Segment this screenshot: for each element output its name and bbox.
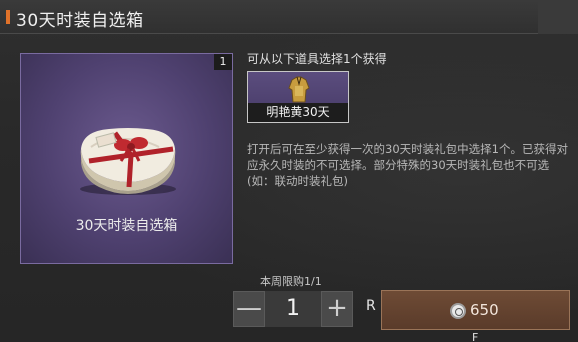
purchase-limit-text: 本周限购1/1 [260, 275, 322, 288]
item-quantity-badge: 1 [214, 54, 232, 70]
buy-button[interactable]: 650 [381, 290, 570, 330]
decrease-quantity-button[interactable]: — [233, 291, 265, 327]
item-name: 30天时装自选箱 [75, 218, 178, 234]
coin-icon [450, 303, 466, 319]
quantity-value: 1 [265, 291, 321, 327]
item-description: 打开后可在至少获得一次的30天时装礼包中选择1个。已获得对应永久时装的不可选择。… [247, 142, 568, 188]
window-header: 30天时装自选箱 [0, 0, 578, 34]
quantity-stepper: — 1 + [233, 291, 353, 327]
option-label: 明艳黄30天 [248, 103, 348, 122]
choose-instruction: 可从以下道具选择1个获得 [247, 52, 387, 66]
window-title: 30天时装自选箱 [16, 11, 144, 31]
hotkey-r-hint: R [366, 298, 376, 314]
header-accent-bar [6, 10, 10, 24]
outfit-thumbnail-icon [288, 76, 310, 103]
price-label: 650 [470, 301, 499, 319]
gift-box-icon [80, 128, 176, 195]
item-card: 1 30天时装自选箱 [20, 53, 233, 264]
increase-quantity-button[interactable]: + [321, 291, 353, 327]
option-card[interactable]: 明艳黄30天 [247, 71, 349, 123]
header-right-panel [538, 0, 578, 34]
hotkey-f-hint: F [472, 331, 479, 342]
